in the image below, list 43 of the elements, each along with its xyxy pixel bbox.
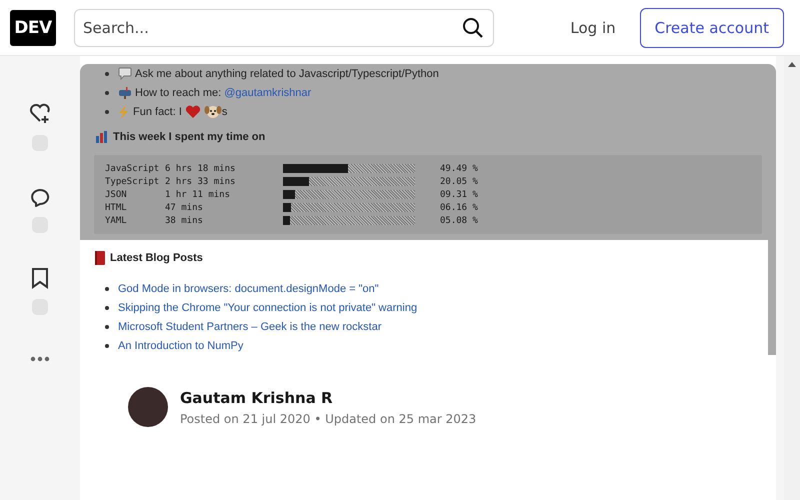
bar-chart-icon <box>95 130 109 143</box>
login-link[interactable]: Log in <box>570 18 616 36</box>
bullet-text: Fun fact: I <box>133 106 182 118</box>
lightning-icon <box>118 104 130 118</box>
language-name: JSON <box>105 190 128 200</box>
search-field[interactable]: Search... <box>74 8 494 46</box>
time-spent: 47 mins <box>165 202 204 212</box>
author-name[interactable]: Gautam Krishna R <box>180 388 476 406</box>
language-name: JavaScript <box>105 164 160 174</box>
percentage: 06.16 % <box>440 202 478 212</box>
percentage: 05.08 % <box>440 216 478 226</box>
bullet-text: How to reach me: <box>135 86 222 98</box>
dev-logo[interactable]: DEV <box>10 10 56 46</box>
time-spent: 1 hr 11 mins <box>165 190 232 200</box>
dog-face-icon <box>204 104 222 119</box>
scroll-up-icon[interactable] <box>788 62 796 67</box>
search-icon[interactable] <box>462 16 484 38</box>
language-name: YAML <box>105 216 128 226</box>
blog-post-link[interactable]: An Introduction to NumPy <box>118 340 244 352</box>
percentage: 20.05 % <box>440 176 478 186</box>
avatar[interactable] <box>128 387 168 427</box>
time-spent: 2 hrs 33 mins <box>165 176 236 186</box>
blog-post-link[interactable]: God Mode in browsers: document.designMode = "on" <box>118 282 379 294</box>
create-account-button[interactable]: Create account <box>640 8 784 48</box>
post-dates: Posted on 21 jul 2020 • Updated on 25 mar 2023 <box>180 412 476 426</box>
language-name: HTML <box>105 202 128 212</box>
blog-post-link[interactable]: Skipping the Chrome "Your connection is not private" warning <box>118 302 418 314</box>
section-heading: This week I spent my time on <box>113 130 266 142</box>
bullet-text: s <box>222 106 228 118</box>
language-name: TypeScript <box>105 176 160 186</box>
mailbox-icon <box>118 86 132 99</box>
heart-icon <box>184 104 201 118</box>
percentage: 49.49 % <box>440 164 478 174</box>
time-spent: 6 hrs 18 mins <box>165 164 236 174</box>
time-spent: 38 mins <box>165 216 204 226</box>
blog-post-link[interactable]: Microsoft Student Partners – Geek is the new rockstar <box>118 320 382 332</box>
bullet-text: Ask me about anything related to Javascript/Typescript/Python <box>135 68 439 80</box>
percentage: 09.31 % <box>440 190 478 200</box>
heart-plus-icon[interactable] <box>28 102 52 126</box>
speech-bubble-icon <box>118 67 132 80</box>
more-icon[interactable] <box>30 356 50 362</box>
section-heading: Latest Blog Posts <box>110 252 203 264</box>
book-icon <box>94 251 106 265</box>
